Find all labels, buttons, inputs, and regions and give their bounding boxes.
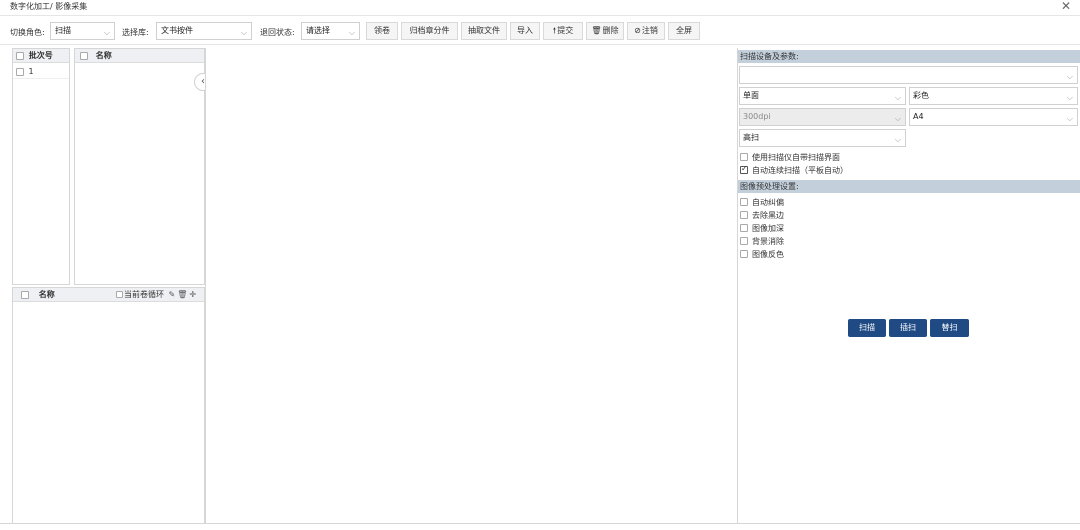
name-header: 名称 [95,51,112,60]
preprocess-option[interactable]: 图像反色 [740,250,784,260]
current-loop-toggle[interactable]: 当前卷循环 ✎ 🗑 ✛ [116,288,196,301]
preprocess-option[interactable]: 背景消除 [740,237,784,247]
batch-number-cell: 1 [28,67,34,76]
scan-button[interactable]: 扫描 [848,319,886,337]
insert-scan-button[interactable]: 插扫 [889,319,927,337]
invert-label: 图像反色 [752,250,784,259]
current-loop-checkbox[interactable] [116,291,123,298]
scan-mode-select[interactable]: 高扫 ⌵ [739,129,906,147]
chevron-down-icon: ⌵ [1066,72,1073,81]
bottom-divider [0,523,1080,524]
darken-checkbox[interactable] [740,224,748,232]
page-title: 数字化加工/ 影像采集 [10,2,88,11]
batch-panel: 批次号 1 [12,48,70,285]
role-select[interactable]: 扫描 ⌵ [50,22,115,40]
preprocess-option[interactable]: 去除黑边 [740,211,784,221]
role-select-value: 扫描 [55,26,71,35]
archive-split-button[interactable]: 归档章分件 [401,22,458,40]
replace-scan-button[interactable]: 替扫 [930,319,969,337]
scanner-device-select[interactable]: ⌵ [739,66,1078,84]
scan-side-select[interactable]: 单面 ⌵ [739,87,906,105]
submit-label: 提交 [557,26,574,35]
toolbar-divider [0,44,1080,45]
paper-size-select[interactable]: A4 ⌵ [909,108,1078,126]
chevron-down-icon: ⌵ [1066,114,1073,123]
preprocess-section-header: 图像预处理设置: [738,180,1080,193]
name-panel: 名称 [74,48,205,285]
batch-table-header: 批次号 [13,49,69,63]
darken-label: 图像加深 [752,224,784,233]
submit-button[interactable]: 🠕提交 [543,22,583,40]
use-native-ui-option[interactable]: 使用扫描仪自带扫描界面 [740,153,840,163]
use-native-ui-label: 使用扫描仪自带扫描界面 [752,153,840,162]
dpi-value: 300dpi [743,112,771,121]
chevron-down-icon: ⌵ [894,114,901,123]
file-table-header: 名称 当前卷循环 ✎ 🗑 ✛ [13,288,204,302]
close-icon[interactable]: ✕ [1061,0,1071,12]
cancel-label: 注销 [641,26,658,35]
select-all-name-checkbox[interactable] [80,51,88,60]
chevron-down-icon: ⌵ [103,28,110,37]
row-checkbox[interactable] [16,67,24,76]
auto-continuous-checkbox[interactable] [740,164,748,174]
paper-size-value: A4 [913,112,924,121]
color-mode-value: 彩色 [913,91,929,100]
use-native-ui-checkbox[interactable] [740,153,748,161]
file-panel: 名称 当前卷循环 ✎ 🗑 ✛ [12,287,205,524]
image-preview-area[interactable] [205,48,738,524]
batch-number-header: 批次号 [28,51,53,60]
scan-settings-panel: 扫描设备及参数: ⌵ 单面 ⌵ 彩色 ⌵ 300dpi ⌵ A4 ⌵ 高扫 ⌵ … [737,48,1080,523]
deskew-checkbox[interactable] [740,198,748,206]
fullscreen-button[interactable]: 全屏 [668,22,700,40]
cancel-icon: ⊘ [634,26,641,35]
chevron-down-icon: ⌵ [894,135,901,144]
edit-icon[interactable]: ✎ [169,288,176,301]
table-row[interactable]: 1 [13,65,69,79]
trash-icon[interactable]: 🗑 [177,288,187,301]
arrow-up-icon: 🠕 [552,26,557,35]
remove-black-border-checkbox[interactable] [740,211,748,219]
library-select[interactable]: 文书按件 ⌵ [156,22,252,40]
title-bar: 数字化加工/ 影像采集 ✕ [0,0,1080,16]
scan-mode-value: 高扫 [743,133,759,142]
library-select-value: 文书按件 [161,26,193,35]
current-loop-label: 当前卷循环 [124,290,164,299]
background-removal-checkbox[interactable] [740,237,748,245]
auto-continuous-label: 自动连续扫描（平板自动） [752,166,848,175]
scan-side-value: 单面 [743,91,759,100]
return-status-label: 退回状态: [260,28,295,37]
auto-continuous-option[interactable]: 自动连续扫描（平板自动） [740,164,848,176]
delete-label: 删除 [602,26,619,35]
claim-button[interactable]: 领卷 [366,22,398,40]
delete-icon: 🗑 [591,26,602,35]
deskew-label: 自动纠偏 [752,198,784,207]
color-mode-select[interactable]: 彩色 ⌵ [909,87,1078,105]
remove-black-border-label: 去除黑边 [752,211,784,220]
delete-button[interactable]: 🗑删除 [586,22,624,40]
chevron-down-icon: ⌵ [240,28,247,37]
return-status-select[interactable]: 请选择 ⌵ [301,22,360,40]
chevron-down-icon: ⌵ [894,93,901,102]
preprocess-option[interactable]: 自动纠偏 [740,198,784,208]
scan-device-section-header: 扫描设备及参数: [738,50,1080,63]
dpi-select: 300dpi ⌵ [739,108,906,126]
role-label: 切换角色: [10,28,45,37]
name-table-header: 名称 [75,49,204,63]
select-all-batch-checkbox[interactable] [16,51,24,60]
import-button[interactable]: 导入 [510,22,540,40]
library-label: 选择库: [122,28,149,37]
move-icon[interactable]: ✛ [189,288,196,301]
preprocess-option[interactable]: 图像加深 [740,224,784,234]
extract-file-button[interactable]: 抽取文件 [461,22,507,40]
invert-checkbox[interactable] [740,250,748,258]
chevron-down-icon: ⌵ [1066,93,1073,102]
file-name-header: 名称 [38,290,55,299]
return-status-value: 请选择 [306,26,330,35]
select-all-file-checkbox[interactable] [21,290,29,299]
background-removal-label: 背景消除 [752,237,784,246]
cancel-button[interactable]: ⊘注销 [627,22,665,40]
chevron-down-icon: ⌵ [348,28,355,37]
toolbar: 切换角色: 扫描 ⌵ 选择库: 文书按件 ⌵ 退回状态: 请选择 ⌵ 领卷 归档… [0,22,1080,42]
